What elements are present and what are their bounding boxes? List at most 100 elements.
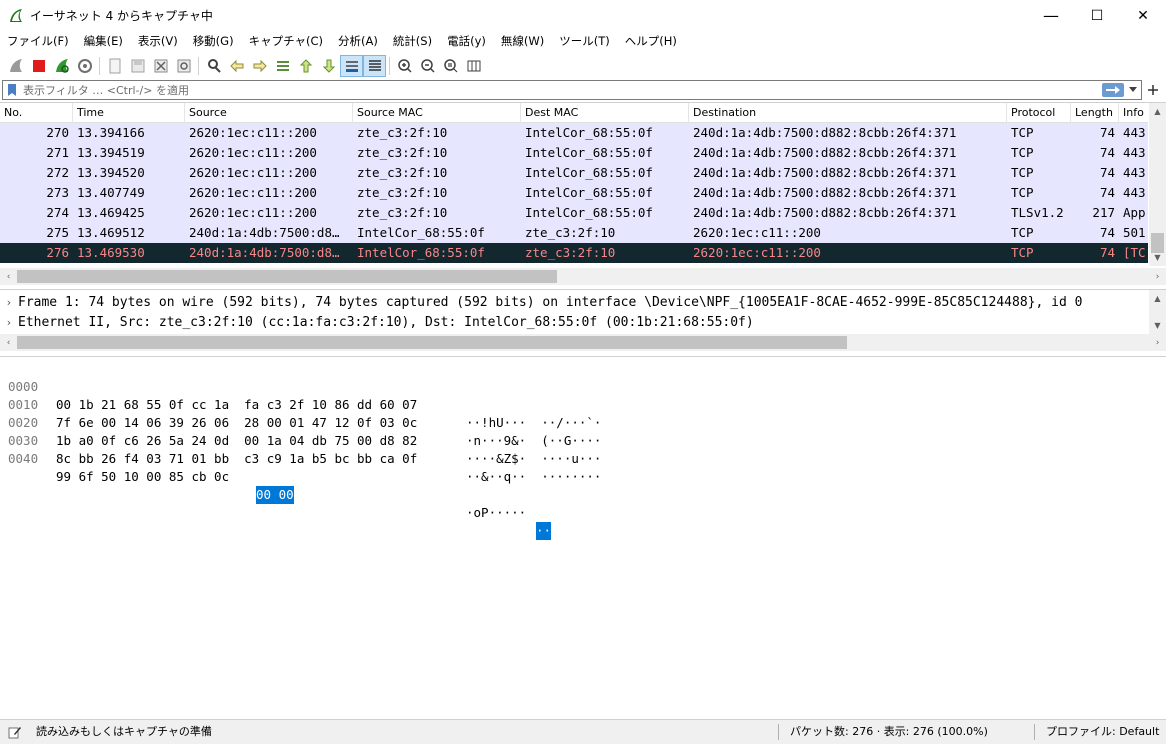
bytes-row[interactable]: 0020 1b a0 0f c6 26 5a 24 0d 00 1a 04 db… (0, 396, 601, 466)
byte-hex-selected[interactable]: 00 00 (256, 486, 294, 504)
column-header-protocol[interactable]: Protocol (1007, 103, 1071, 123)
column-header-source-mac[interactable]: Source MAC (353, 103, 521, 123)
menu-tools[interactable]: ツール(T) (552, 31, 618, 52)
scroll-left-arrow-icon[interactable]: ‹ (0, 268, 17, 285)
display-filter-input[interactable] (23, 82, 1141, 98)
bookmark-icon[interactable] (5, 82, 19, 98)
bytes-row[interactable]: 0010 7f 6e 00 14 06 39 26 06 28 00 01 47… (0, 378, 601, 448)
menu-analyze[interactable]: 分析(A) (331, 31, 386, 52)
menu-wireless[interactable]: 無線(W) (494, 31, 552, 52)
scroll-down-arrow-icon[interactable]: ▼ (1149, 317, 1166, 334)
column-header-source[interactable]: Source (185, 103, 353, 123)
zoom-reset-button[interactable] (439, 55, 462, 77)
scroll-right-arrow-icon[interactable]: › (1149, 268, 1166, 285)
bytes-row[interactable]: 0040 99 6f 50 10 00 85 cb 0c 00 00 ·oP··… (0, 432, 552, 540)
scrollbar-thumb[interactable] (17, 336, 847, 349)
status-profile[interactable]: プロファイル: Default (1046, 720, 1159, 744)
byte-ascii[interactable]: ·n···9&· (··G···· (466, 432, 601, 450)
packet-details-pane: › Frame 1: 74 bytes on wire (592 bits), 7… (0, 289, 1166, 351)
byte-hex[interactable]: 99 6f 50 10 00 85 cb 0c (56, 468, 229, 486)
go-back-button[interactable] (225, 55, 248, 77)
byte-ascii-selected[interactable]: ·· (536, 522, 552, 540)
open-file-button[interactable] (103, 55, 126, 77)
menu-statistics[interactable]: 統計(S) (386, 31, 440, 52)
expand-arrow-icon[interactable]: › (0, 293, 18, 313)
byte-hex[interactable]: 1b a0 0f c6 26 5a 24 0d 00 1a 04 db 75 0… (56, 432, 417, 450)
scroll-down-arrow-icon[interactable]: ▼ (1149, 249, 1166, 266)
maximize-button[interactable]: ☐ (1074, 0, 1120, 31)
packet-info: 501 (1123, 225, 1146, 240)
zoom-in-button[interactable] (393, 55, 416, 77)
go-first-packet-button[interactable] (294, 55, 317, 77)
bytes-row[interactable]: 0000 00 1b 21 68 55 0f cc 1a fa c3 2f 10… (0, 360, 601, 430)
minimize-button[interactable]: — (1028, 0, 1074, 31)
byte-ascii[interactable]: ··!hU··· ··/···`· (466, 414, 601, 432)
byte-hex[interactable]: 8c bb 26 f4 03 71 01 bb c3 c9 1a b5 bc b… (56, 450, 417, 468)
save-file-button[interactable] (126, 55, 149, 77)
colorize-button[interactable] (363, 54, 386, 77)
go-forward-button[interactable] (248, 55, 271, 77)
start-capture-button[interactable] (4, 55, 27, 77)
menu-help[interactable]: ヘルプ(H) (618, 31, 685, 52)
details-horizontal-scrollbar[interactable]: ‹ › (0, 334, 1166, 351)
scrollbar-thumb[interactable] (17, 270, 557, 283)
menu-view[interactable]: 表示(V) (131, 31, 186, 52)
packet-list-header: No. Time Source Source MAC Dest MAC Dest… (0, 103, 1148, 123)
column-header-time[interactable]: Time (73, 103, 185, 123)
column-header-no[interactable]: No. (0, 103, 73, 123)
menu-go[interactable]: 移動(G) (186, 31, 242, 52)
column-header-length[interactable]: Length (1071, 103, 1119, 123)
zoom-out-button[interactable] (416, 55, 439, 77)
scroll-up-arrow-icon[interactable]: ▲ (1149, 103, 1166, 120)
packet-list-vertical-scrollbar[interactable]: ▲ ▼ (1149, 103, 1166, 266)
reload-file-button[interactable] (172, 55, 195, 77)
menu-capture[interactable]: キャプチャ(C) (242, 31, 331, 52)
scroll-left-arrow-icon[interactable]: ‹ (0, 334, 17, 351)
detail-tree-item-ethernet[interactable]: › Ethernet II, Src: zte_c3:2f:10 (cc:1a:f… (0, 313, 1148, 333)
packet-list-horizontal-scrollbar[interactable]: ‹ › (0, 268, 1166, 285)
menu-edit[interactable]: 編集(E) (77, 31, 131, 52)
column-header-dest-mac[interactable]: Dest MAC (521, 103, 689, 123)
detail-tree-item-frame[interactable]: › Frame 1: 74 bytes on wire (592 bits), 7… (0, 293, 1148, 313)
details-vertical-scrollbar[interactable]: ▲ ▼ (1149, 290, 1166, 334)
add-filter-button[interactable] (1144, 80, 1162, 100)
apply-filter-button[interactable] (1102, 83, 1124, 97)
scroll-right-arrow-icon[interactable]: › (1149, 334, 1166, 351)
close-button[interactable]: ✕ (1120, 0, 1166, 31)
filter-history-dropdown[interactable] (1127, 83, 1139, 97)
packet-row[interactable]: 275 13.469512 240d:1a:4db:7500:d8… Intel… (0, 223, 1148, 243)
packet-time: 13.394520 (77, 165, 145, 180)
packet-row-selected[interactable]: 276 13.469530 240d:1a:4db:7500:d8… Intel… (0, 243, 1148, 263)
packet-protocol: TCP (1011, 165, 1034, 180)
byte-ascii[interactable]: ····&Z$· ····u··· (466, 450, 601, 468)
packet-row[interactable]: 273 13.407749 2620:1ec:c11::200 zte_c3:2… (0, 183, 1148, 203)
auto-scroll-button[interactable] (340, 54, 363, 77)
close-file-button[interactable] (149, 55, 172, 77)
scroll-up-arrow-icon[interactable]: ▲ (1149, 290, 1166, 307)
byte-ascii[interactable]: ··&··q·· ········ (466, 468, 601, 486)
resize-columns-button[interactable] (462, 55, 485, 77)
capture-options-button[interactable] (73, 55, 96, 77)
stop-capture-button[interactable] (27, 55, 50, 77)
go-last-packet-button[interactable] (317, 55, 340, 77)
byte-hex[interactable]: 7f 6e 00 14 06 39 26 06 28 00 01 47 12 0… (56, 414, 417, 432)
status-edit-icon[interactable] (8, 720, 22, 744)
menu-file[interactable]: ファイル(F) (0, 31, 77, 52)
restart-capture-button[interactable] (50, 55, 73, 77)
title-bar: イーサネット 4 からキャプチャ中 — ☐ ✕ (0, 0, 1166, 31)
expand-arrow-icon[interactable]: › (0, 313, 18, 333)
byte-hex[interactable]: 00 1b 21 68 55 0f cc 1a fa c3 2f 10 86 d… (56, 396, 417, 414)
packet-row[interactable]: 274 13.469425 2620:1ec:c11::200 zte_c3:2… (0, 203, 1148, 223)
find-packet-button[interactable] (202, 55, 225, 77)
packet-row[interactable]: 270 13.394166 2620:1ec:c11::200 zte_c3:2… (0, 123, 1148, 143)
menu-telephony[interactable]: 電話(y) (440, 31, 494, 52)
bytes-row[interactable]: 0030 8c bb 26 f4 03 71 01 bb c3 c9 1a b5… (0, 414, 601, 484)
packet-row[interactable]: 272 13.394520 2620:1ec:c11::200 zte_c3:2… (0, 163, 1148, 183)
column-header-info[interactable]: Info (1119, 103, 1148, 123)
packet-row[interactable]: 271 13.394519 2620:1ec:c11::200 zte_c3:2… (0, 143, 1148, 163)
go-to-packet-button[interactable] (271, 55, 294, 77)
byte-ascii[interactable]: ·oP····· (466, 504, 526, 522)
arrow-right-icon (1106, 86, 1120, 94)
packet-destination: 240d:1a:4db:7500:d882:8cbb:26f4:371 (693, 125, 957, 140)
column-header-destination[interactable]: Destination (689, 103, 1007, 123)
